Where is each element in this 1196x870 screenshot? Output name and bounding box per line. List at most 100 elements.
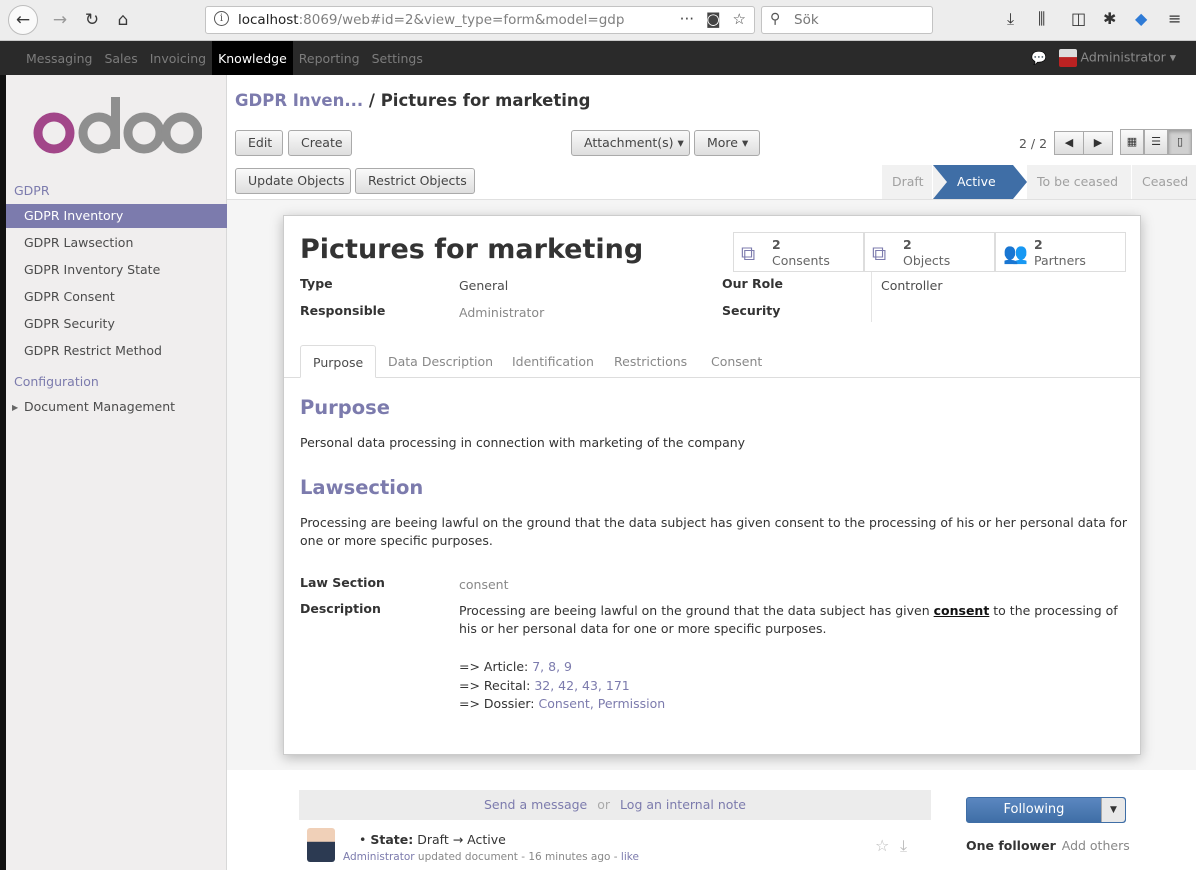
page-actions-icon[interactable]: ··· <box>680 10 694 28</box>
send-message-link[interactable]: Send a message <box>484 797 587 812</box>
objects-count: 2 <box>903 237 912 252</box>
tab-consent[interactable]: Consent <box>699 345 774 378</box>
sidebar-item-gdpr-restrict-method[interactable]: GDPR Restrict Method <box>6 339 227 363</box>
pager-previous-icon[interactable]: ◀ <box>1054 131 1084 155</box>
chatter-composer-bar: Send a message or Log an internal note <box>299 790 931 820</box>
search-icon: ⚲ <box>770 11 781 27</box>
documents-icon: ⧉ <box>741 241 756 265</box>
tab-purpose[interactable]: Purpose <box>300 345 377 378</box>
forward-arrow-icon[interactable]: → <box>46 6 74 34</box>
reload-icon[interactable]: ↻ <box>78 6 106 34</box>
main-navbar: Messaging Sales Invoicing Knowledge Repo… <box>0 41 1196 75</box>
law-section-label: Law Section <box>300 575 385 590</box>
browser-search-field[interactable]: ⚲ Sök <box>761 6 933 34</box>
stage-draft[interactable]: Draft <box>882 165 932 199</box>
info-icon[interactable]: i <box>214 11 229 26</box>
tab-data-description[interactable]: Data Description <box>376 345 505 378</box>
breadcrumb-parent[interactable]: GDPR Inven... <box>235 91 363 110</box>
message-author[interactable]: Administrator <box>343 851 415 863</box>
app-knowledge[interactable]: Knowledge <box>212 41 293 75</box>
stage-to-be-ceased[interactable]: To be ceased <box>1027 165 1131 199</box>
chat-bubble-icon[interactable]: 💬 <box>1031 50 1047 66</box>
documents-icon: ⧉ <box>872 241 887 265</box>
followers-count[interactable]: One follower <box>966 838 1056 853</box>
message-meta-text: updated document - 16 minutes ago - <box>417 851 618 863</box>
odoo-logo <box>33 97 202 154</box>
bug-icon[interactable]: ✱ <box>1103 9 1116 28</box>
sidebar-item-gdpr-inventory-state[interactable]: GDPR Inventory State <box>6 258 227 282</box>
bookmark-star-icon[interactable]: ☆ <box>733 10 746 28</box>
objects-label: Objects <box>903 253 951 268</box>
sidebar-item-gdpr-inventory[interactable]: GDPR Inventory <box>6 204 227 228</box>
app-invoicing[interactable]: Invoicing <box>144 41 212 75</box>
form-view-icon[interactable]: ▯ <box>1168 129 1192 155</box>
lawsection-text: Processing are beeing lawful on the grou… <box>300 515 1128 548</box>
consents-smart-button[interactable]: ⧉ 2 Consents <box>733 232 864 272</box>
control-panel: GDPR Inven... / Pictures for marketing E… <box>227 75 1196 200</box>
avatar <box>1058 49 1077 67</box>
followers-info: One follower Add others <box>966 838 1130 853</box>
sidebar-item-gdpr-consent[interactable]: GDPR Consent <box>6 285 227 309</box>
responsible-value[interactable]: Administrator <box>459 305 544 320</box>
state-change: Draft → Active <box>417 832 506 847</box>
responsible-label: Responsible <box>300 303 386 318</box>
security-label: Security <box>722 303 781 318</box>
menu-icon[interactable]: ≡ <box>1168 9 1181 28</box>
tab-restrictions[interactable]: Restrictions <box>602 345 699 378</box>
app-messaging[interactable]: Messaging <box>20 41 98 75</box>
purpose-heading: Purpose <box>300 396 390 419</box>
create-button[interactable]: Create <box>288 130 352 156</box>
purpose-text: Personal data processing in connection w… <box>300 435 746 450</box>
field-divider <box>871 272 872 322</box>
recital-refs[interactable]: 32, 42, 43, 171 <box>534 678 629 693</box>
breadcrumb-separator: / <box>368 91 375 110</box>
partners-smart-button[interactable]: 👥 2 Partners <box>995 232 1126 272</box>
app-reporting[interactable]: Reporting <box>293 41 366 75</box>
chevron-down-icon[interactable]: ▼ <box>1101 798 1125 822</box>
download-icon[interactable]: ⤓ <box>900 836 907 856</box>
following-button[interactable]: Following ▼ <box>966 797 1126 823</box>
description-pre: Processing are beeing lawful on the grou… <box>459 603 934 618</box>
like-link[interactable]: like <box>621 851 639 863</box>
recital-label: => Recital: <box>459 678 535 693</box>
chatter: Send a message or Log an internal note Fol… <box>227 770 1196 870</box>
pocket-icon[interactable]: ◙ <box>706 10 721 28</box>
url-bar[interactable]: i localhost:8069/web#id=2&view_type=form… <box>205 6 755 34</box>
list-view-icon[interactable]: ☰ <box>1144 129 1168 155</box>
back-arrow-icon[interactable]: ← <box>8 5 38 35</box>
law-section-value[interactable]: consent <box>459 577 508 592</box>
notebook-tabs: Purpose Data Description Identification … <box>284 345 1140 378</box>
sidebar-item-gdpr-security[interactable]: GDPR Security <box>6 312 227 336</box>
library-icon[interactable]: ⫼ <box>1038 9 1045 29</box>
dossier-refs[interactable]: Consent, Permission <box>539 696 666 711</box>
article-label: => Article: <box>459 659 533 674</box>
app-settings[interactable]: Settings <box>366 41 429 75</box>
kanban-view-icon[interactable]: ▦ <box>1120 129 1144 155</box>
update-objects-button[interactable]: Update Objects <box>235 168 351 194</box>
sidebar-item-document-management[interactable]: Document Management <box>6 395 227 419</box>
extension-diamond-icon[interactable]: ◆ <box>1135 9 1147 28</box>
attachments-dropdown[interactable]: Attachment(s) ▾ <box>571 130 690 156</box>
partners-count: 2 <box>1034 237 1043 252</box>
tab-identification[interactable]: Identification <box>500 345 606 378</box>
more-dropdown[interactable]: More ▾ <box>694 130 760 156</box>
star-icon[interactable]: ☆ <box>875 836 889 855</box>
breadcrumb-current: Pictures for marketing <box>380 91 591 110</box>
app-sales[interactable]: Sales <box>98 41 143 75</box>
add-others-link[interactable]: Add others <box>1062 838 1130 853</box>
users-icon: 👥 <box>1003 241 1028 265</box>
sidebar-icon[interactable]: ◫ <box>1071 9 1086 28</box>
log-note-link[interactable]: Log an internal note <box>620 797 746 812</box>
objects-smart-button[interactable]: ⧉ 2 Objects <box>864 232 995 272</box>
sidebar-item-gdpr-lawsection[interactable]: GDPR Lawsection <box>6 231 227 255</box>
our-role-value: Controller <box>881 278 943 293</box>
pager-next-icon[interactable]: ▶ <box>1083 131 1113 155</box>
stage-ceased[interactable]: Ceased <box>1132 165 1196 199</box>
article-refs[interactable]: 7, 8, 9 <box>532 659 572 674</box>
restrict-objects-button[interactable]: Restrict Objects <box>355 168 475 194</box>
message-meta: Administrator updated document - 16 minu… <box>343 851 639 863</box>
user-menu[interactable]: Administrator ▾ <box>1058 49 1176 67</box>
home-icon[interactable]: ⌂ <box>109 6 137 34</box>
edit-button[interactable]: Edit <box>235 130 283 156</box>
download-icon[interactable]: ⤓ <box>1007 9 1014 29</box>
